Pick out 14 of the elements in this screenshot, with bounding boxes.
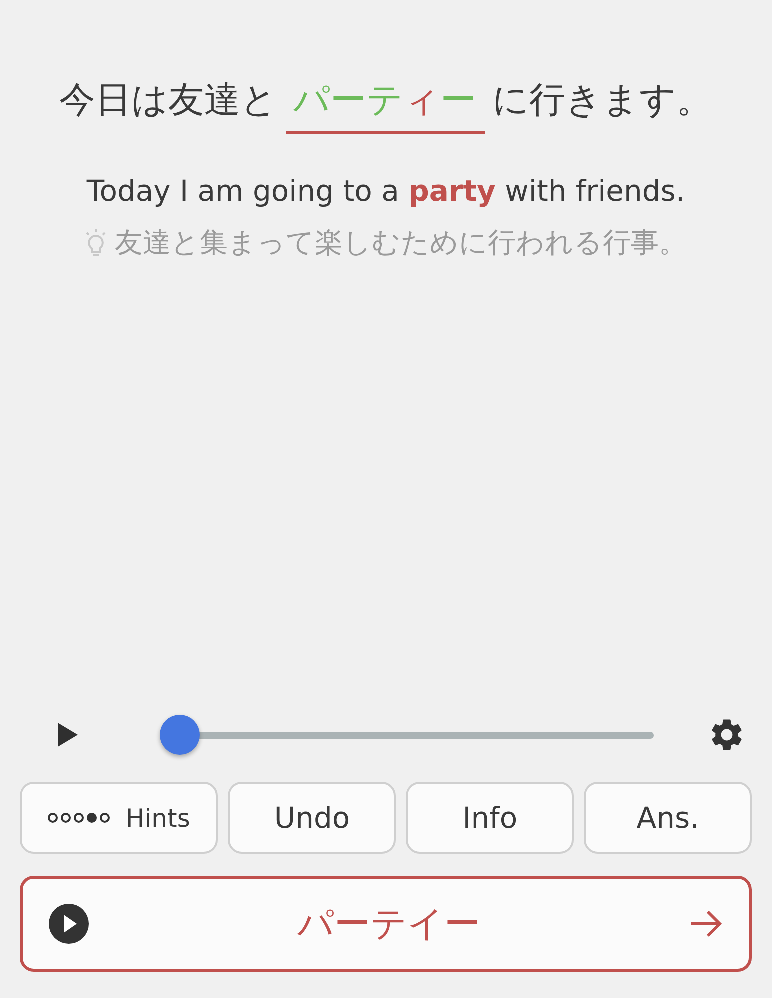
hint-text: 友達と集まって楽しむために行われる行事。	[115, 225, 687, 261]
answer-button[interactable]: パーテイー	[20, 876, 752, 972]
translation-text: Today I am going to a party with friends.	[86, 174, 686, 208]
sentence-text: 今日は友達と	[60, 79, 278, 123]
hints-button[interactable]: Hints	[20, 782, 218, 854]
arrow-right-icon	[689, 910, 723, 938]
answer-blank: パーテ ィ ー	[286, 76, 484, 134]
action-button[interactable]: Undo	[228, 782, 396, 854]
sentence-text: に行きます。	[492, 79, 712, 123]
action-button[interactable]: Info	[406, 782, 574, 854]
play-icon[interactable]	[56, 722, 80, 748]
action-button[interactable]: Ans.	[584, 782, 752, 854]
lightbulb-icon	[85, 228, 107, 258]
play-icon[interactable]	[49, 904, 89, 944]
